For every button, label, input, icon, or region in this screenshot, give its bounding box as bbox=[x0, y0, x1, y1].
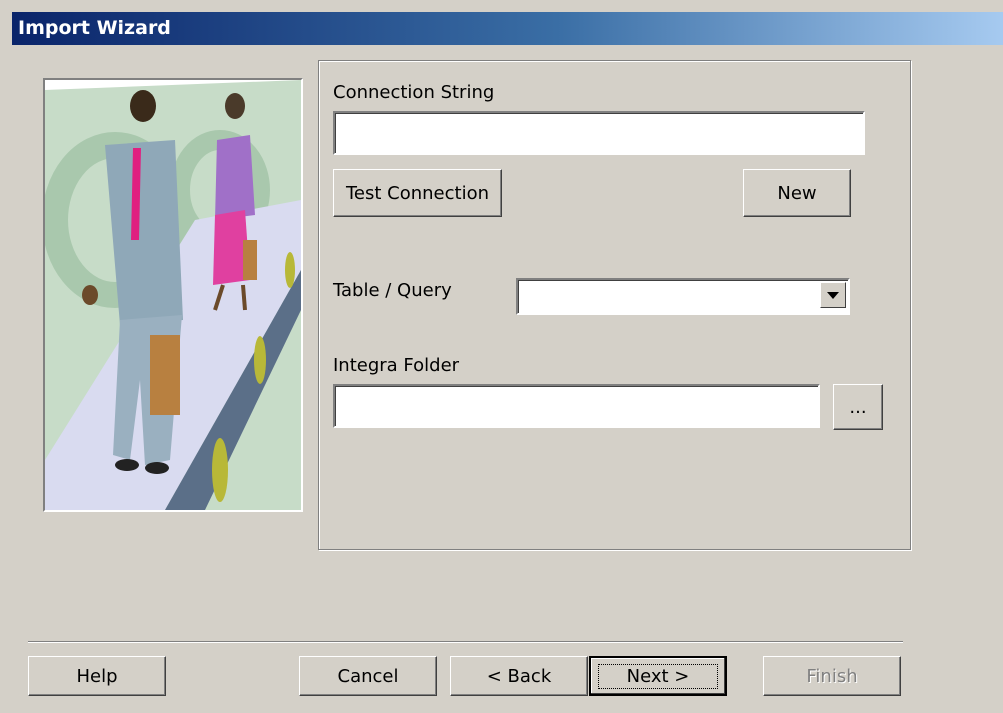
dropdown-arrow-icon[interactable] bbox=[820, 282, 846, 308]
new-button-label: New bbox=[777, 182, 817, 204]
back-button-label: < Back bbox=[486, 665, 552, 687]
next-button[interactable]: Next > bbox=[589, 656, 727, 696]
help-button-label: Help bbox=[76, 665, 118, 687]
window-title: Import Wizard bbox=[18, 17, 171, 39]
help-button[interactable]: Help bbox=[28, 656, 166, 696]
back-button[interactable]: < Back bbox=[450, 656, 588, 696]
cancel-button-label: Cancel bbox=[337, 665, 399, 687]
browse-folder-button[interactable]: ... bbox=[833, 384, 883, 430]
next-button-label: Next > bbox=[597, 663, 719, 689]
connection-string-label: Connection String bbox=[333, 82, 495, 103]
business-people-clipart-icon bbox=[45, 80, 301, 510]
test-connection-button[interactable]: Test Connection bbox=[333, 169, 502, 217]
cancel-button[interactable]: Cancel bbox=[299, 656, 437, 696]
window-title-bar[interactable]: Import Wizard bbox=[12, 12, 1003, 45]
connection-string-input[interactable] bbox=[333, 111, 865, 155]
browse-ellipsis-icon: ... bbox=[849, 396, 867, 418]
finish-button: Finish bbox=[763, 656, 901, 696]
table-query-select[interactable] bbox=[516, 278, 850, 315]
finish-button-label: Finish bbox=[806, 665, 858, 687]
integra-folder-label: Integra Folder bbox=[333, 355, 460, 376]
wizard-illustration bbox=[43, 78, 303, 512]
integra-folder-input[interactable] bbox=[333, 384, 820, 428]
test-connection-label: Test Connection bbox=[345, 182, 489, 204]
footer-separator bbox=[28, 641, 903, 643]
new-button[interactable]: New bbox=[743, 169, 851, 217]
table-query-label: Table / Query bbox=[333, 280, 452, 301]
